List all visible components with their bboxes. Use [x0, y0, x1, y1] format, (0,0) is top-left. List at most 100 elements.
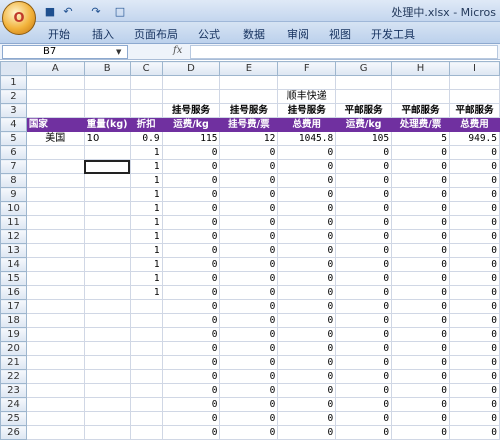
cell-h16[interactable]: 0	[391, 285, 450, 300]
redo-icon[interactable]: ↷	[88, 4, 104, 18]
cell-c11[interactable]: 1	[129, 215, 163, 230]
cell-c1[interactable]	[129, 75, 163, 90]
cell-c10[interactable]: 1	[129, 201, 163, 216]
row-header[interactable]: 21	[0, 355, 27, 370]
cell-f22[interactable]: 0	[277, 369, 337, 384]
cell-c8[interactable]: 1	[129, 173, 163, 188]
cell-e19[interactable]: 0	[219, 327, 279, 342]
row-header[interactable]: 17	[0, 299, 27, 314]
cell-f18[interactable]: 0	[277, 313, 337, 328]
print-preview-icon[interactable]: □	[112, 4, 128, 18]
cell-a12[interactable]	[25, 229, 85, 244]
cell-f24[interactable]: 0	[277, 397, 337, 412]
cell-e3[interactable]: 挂号服务	[219, 103, 279, 118]
cell-i12[interactable]: 0	[448, 229, 500, 244]
cell-c14[interactable]: 1	[129, 257, 163, 272]
cell-a16[interactable]	[25, 285, 85, 300]
row-header[interactable]: 9	[0, 187, 27, 202]
cell-a24[interactable]	[25, 397, 85, 412]
cell-d20[interactable]: 0	[161, 341, 221, 356]
cell-f11[interactable]: 0	[277, 215, 337, 230]
cell-a14[interactable]	[25, 257, 85, 272]
cell-a19[interactable]	[25, 327, 85, 342]
cell-a7[interactable]	[25, 159, 85, 174]
cell-b22[interactable]	[83, 369, 131, 384]
cell-d3[interactable]: 挂号服务	[161, 103, 221, 118]
cell-g12[interactable]: 0	[335, 229, 393, 244]
cell-h26[interactable]: 0	[391, 425, 450, 440]
cell-g10[interactable]: 0	[335, 201, 393, 216]
row-header[interactable]: 25	[0, 411, 27, 426]
cell-i23[interactable]: 0	[448, 383, 500, 398]
cell-i13[interactable]: 0	[448, 243, 500, 258]
row-header[interactable]: 12	[0, 229, 27, 244]
column-header-d[interactable]: D	[161, 61, 221, 76]
cell-e9[interactable]: 0	[219, 187, 279, 202]
cell-b1[interactable]	[83, 75, 131, 90]
cell-b17[interactable]	[83, 299, 131, 314]
cell-c20[interactable]	[129, 341, 163, 356]
cell-i1[interactable]	[448, 75, 500, 90]
cell-h9[interactable]: 0	[391, 187, 450, 202]
column-header-e[interactable]: E	[219, 61, 279, 76]
cell-d25[interactable]: 0	[161, 411, 221, 426]
cell-a10[interactable]	[25, 201, 85, 216]
cell-i24[interactable]: 0	[448, 397, 500, 412]
cell-g6[interactable]: 0	[335, 145, 393, 160]
cell-b18[interactable]	[83, 313, 131, 328]
cell-h15[interactable]: 0	[391, 271, 450, 286]
cell-c24[interactable]	[129, 397, 163, 412]
cell-a1[interactable]	[25, 75, 85, 90]
column-header-b[interactable]: B	[83, 61, 131, 76]
cell-d21[interactable]: 0	[161, 355, 221, 370]
cell-g20[interactable]: 0	[335, 341, 393, 356]
cell-c22[interactable]	[129, 369, 163, 384]
tab-insert[interactable]: 插入	[92, 26, 114, 42]
cell-h11[interactable]: 0	[391, 215, 450, 230]
row-header[interactable]: 20	[0, 341, 27, 356]
cell-c19[interactable]	[129, 327, 163, 342]
cell-g22[interactable]: 0	[335, 369, 393, 384]
cell-b15[interactable]	[83, 271, 131, 286]
cell-d10[interactable]: 0	[161, 201, 221, 216]
cell-b9[interactable]	[83, 187, 131, 202]
cell-i14[interactable]: 0	[448, 257, 500, 272]
cell-f7[interactable]: 0	[277, 159, 337, 174]
cell-i11[interactable]: 0	[448, 215, 500, 230]
cell-h20[interactable]: 0	[391, 341, 450, 356]
cell-h8[interactable]: 0	[391, 173, 450, 188]
cell-e7[interactable]: 0	[219, 159, 279, 174]
cell-f15[interactable]: 0	[277, 271, 337, 286]
cell-h22[interactable]: 0	[391, 369, 450, 384]
formula-input[interactable]	[190, 45, 498, 59]
cell-e11[interactable]: 0	[219, 215, 279, 230]
cell-a4[interactable]: 国家	[25, 117, 85, 132]
cell-h17[interactable]: 0	[391, 299, 450, 314]
cell-d4[interactable]: 运费/kg	[161, 117, 221, 132]
cell-g24[interactable]: 0	[335, 397, 393, 412]
name-box[interactable]: B7	[2, 45, 128, 59]
cell-a6[interactable]	[25, 145, 85, 160]
cell-e13[interactable]: 0	[219, 243, 279, 258]
cell-h21[interactable]: 0	[391, 355, 450, 370]
cell-h6[interactable]: 0	[391, 145, 450, 160]
cell-d8[interactable]: 0	[161, 173, 221, 188]
cell-f20[interactable]: 0	[277, 341, 337, 356]
cell-e15[interactable]: 0	[219, 271, 279, 286]
insert-function-icon[interactable]: fx	[173, 45, 182, 56]
cell-h3[interactable]: 平邮服务	[391, 103, 450, 118]
cell-f6[interactable]: 0	[277, 145, 337, 160]
cell-e17[interactable]: 0	[219, 299, 279, 314]
cell-g16[interactable]: 0	[335, 285, 393, 300]
cell-d15[interactable]: 0	[161, 271, 221, 286]
cell-b4[interactable]: 重量(kg)	[83, 117, 131, 132]
cell-d5[interactable]: 115	[161, 131, 221, 146]
cell-h2[interactable]	[391, 89, 450, 104]
row-header[interactable]: 23	[0, 383, 27, 398]
cell-d17[interactable]: 0	[161, 299, 221, 314]
cell-d24[interactable]: 0	[161, 397, 221, 412]
cell-b10[interactable]	[83, 201, 131, 216]
chevron-down-icon[interactable]: ▼	[116, 48, 121, 56]
cell-i9[interactable]: 0	[448, 187, 500, 202]
cell-f3[interactable]: 挂号服务	[277, 103, 337, 118]
